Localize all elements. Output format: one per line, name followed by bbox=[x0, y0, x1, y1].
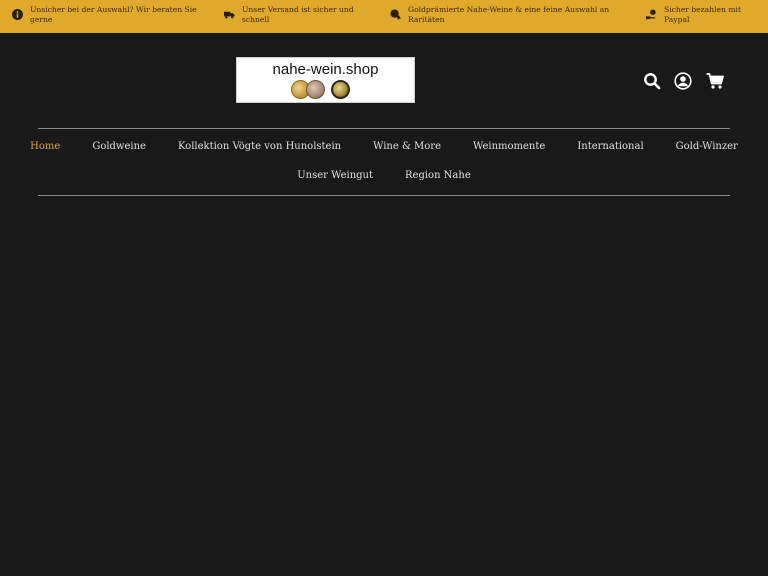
announcement-shipping: Unser Versand ist sicher und schnell bbox=[224, 5, 374, 25]
nav-divider-top bbox=[38, 128, 730, 129]
nav-item-international[interactable]: International bbox=[561, 141, 659, 152]
cart-icon[interactable] bbox=[706, 72, 724, 90]
announcement-text: Goldprämierte Nahe-Weine & eine feine Au… bbox=[408, 5, 610, 24]
announcement-bar: Unsicher bei der Auswahl? Wir beraten Si… bbox=[0, 0, 768, 33]
announcement-awards: Goldprämierte Nahe-Weine & eine feine Au… bbox=[390, 5, 620, 25]
nav-item-region-nahe[interactable]: Region Nahe bbox=[389, 170, 487, 181]
nav-item-kollektion[interactable]: Kollektion Vögte von Hunolstein bbox=[162, 141, 357, 152]
announcement-advice: Unsicher bei der Auswahl? Wir beraten Si… bbox=[12, 5, 202, 25]
truck-icon bbox=[224, 11, 235, 19]
announcement-text: Sicher bezahlen mit Paypal bbox=[664, 5, 741, 24]
bronze-medal-icon bbox=[306, 80, 325, 99]
award-seal-icon bbox=[331, 80, 350, 99]
nav-item-wine-more[interactable]: Wine & More bbox=[357, 141, 457, 152]
medal-icon bbox=[390, 9, 401, 20]
nav-item-weinmomente[interactable]: Weinmomente bbox=[457, 141, 561, 152]
announcement-payment: Sicher bezahlen mit Paypal bbox=[646, 5, 756, 25]
announcement-text: Unser Versand ist sicher und schnell bbox=[242, 5, 354, 24]
logo-text: nahe-wein.shop bbox=[272, 61, 379, 78]
announcement-text: Unsicher bei der Auswahl? Wir beraten Si… bbox=[30, 5, 197, 24]
nav-item-gold-winzer[interactable]: Gold-Winzer bbox=[660, 141, 754, 152]
nav-row: Unser Weingut Region Nahe bbox=[38, 170, 730, 181]
nav-item-unser-weingut[interactable]: Unser Weingut bbox=[281, 170, 389, 181]
nav-item-home[interactable]: Home bbox=[14, 141, 76, 152]
site-logo[interactable]: nahe-wein.shop bbox=[236, 57, 415, 103]
nav-divider-bottom bbox=[38, 195, 730, 196]
nav-item-goldweine[interactable]: Goldweine bbox=[76, 141, 162, 152]
account-icon[interactable] bbox=[674, 72, 692, 90]
pay-hand-icon bbox=[646, 9, 656, 20]
search-icon[interactable] bbox=[643, 72, 661, 90]
info-icon bbox=[12, 9, 23, 20]
nav-row: Home Goldweine Kollektion Vögte von Huno… bbox=[30, 141, 738, 152]
